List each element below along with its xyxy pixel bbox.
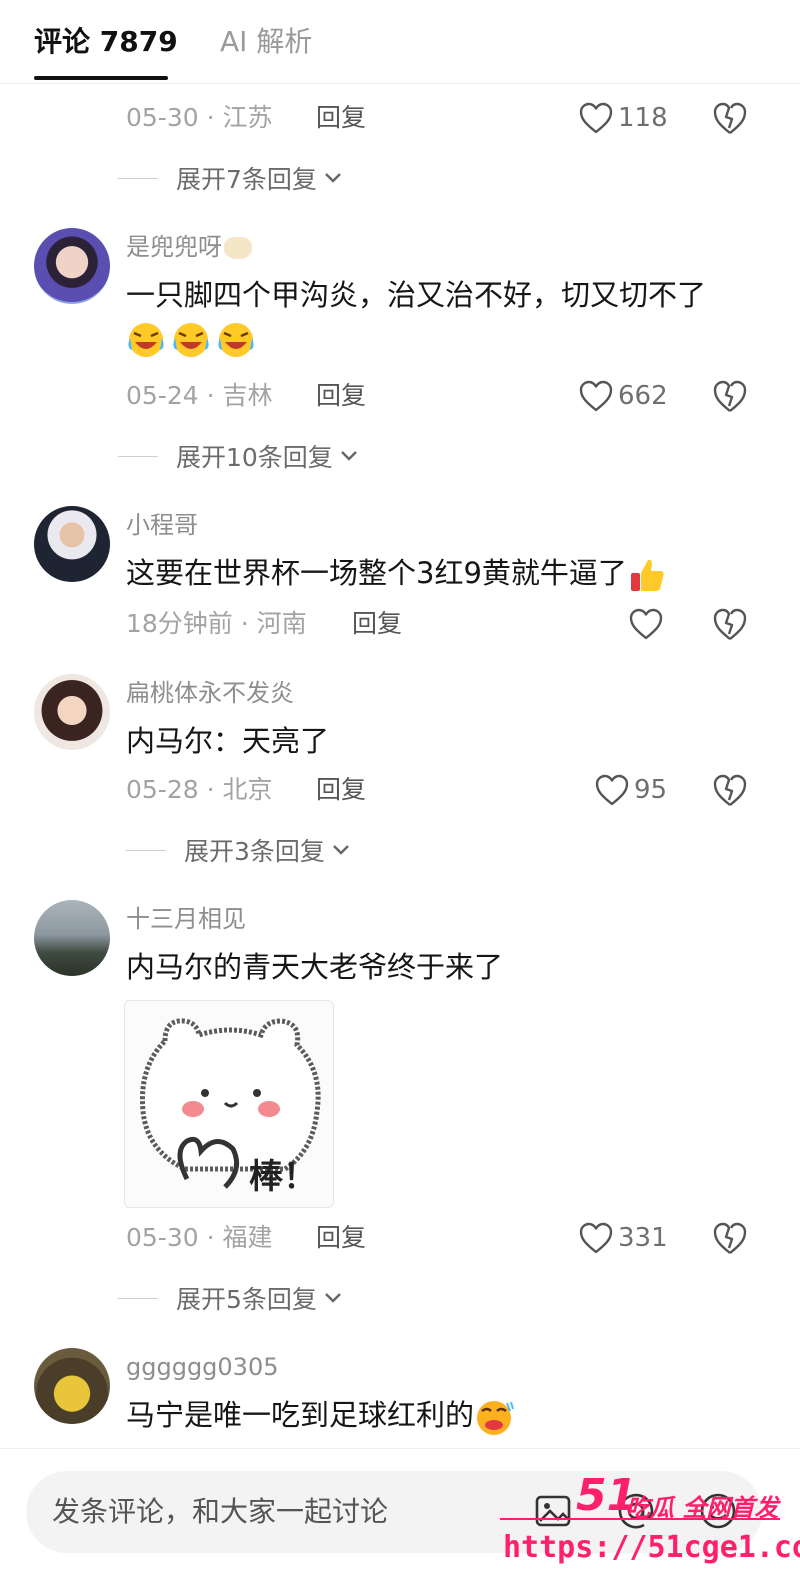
comment-text: 内马尔的青天大老爷终于来了 (126, 950, 504, 984)
expand-replies-label: 展开5条回复 (176, 1285, 317, 1314)
reply-button[interactable]: 回复 (352, 606, 402, 642)
divider (118, 455, 158, 457)
dislike-icon[interactable] (712, 376, 748, 416)
expand-replies[interactable]: 展开10条回复 (118, 436, 359, 476)
dislike-icon[interactable] (712, 604, 748, 644)
expand-replies[interactable]: 展开3条回复 (126, 830, 351, 870)
heart-icon (579, 1222, 613, 1254)
avatar[interactable] (34, 228, 110, 304)
comment-text: 内马尔：天亮了 (126, 724, 330, 758)
comment-meta: 05-30 · 福建 (126, 1223, 273, 1252)
laughing-crying-emoji-icon (218, 323, 254, 357)
comment-text: 马宁是唯一吃到足球红利的 (126, 1394, 514, 1437)
like-count: 331 (618, 1223, 668, 1253)
reply-button[interactable]: 回复 (316, 100, 366, 136)
heart-icon (595, 774, 629, 806)
sticker-image[interactable]: 棒！ (124, 1000, 334, 1208)
dislike-icon[interactable] (712, 1218, 748, 1258)
laughing-crying-emoji-icon (128, 323, 164, 357)
comment-text: 一只脚四个甲沟炎，治又治不好，切又切不了 (126, 278, 707, 312)
avatar[interactable] (34, 1348, 110, 1424)
comment-text: 这要在世界杯一场整个3红9黄就牛逼了 (126, 552, 667, 595)
heart-icon (579, 380, 613, 412)
divider (118, 177, 158, 179)
thumbs-up-emoji-icon (630, 559, 664, 591)
tab-comments[interactable]: 评论 7879 (34, 22, 178, 62)
like-button[interactable] (628, 604, 668, 644)
comment-username[interactable]: 扁桃体永不发炎 (126, 676, 294, 710)
comment-emoji-row (126, 320, 256, 360)
active-tab-indicator (34, 76, 168, 80)
comment-username[interactable]: 是兜兜呀 (126, 230, 252, 264)
avatar[interactable] (34, 900, 110, 976)
comment-input-placeholder: 发条评论，和大家一起讨论 (52, 1495, 389, 1528)
chevron-down-icon (325, 1293, 341, 1303)
like-button[interactable]: 118 (578, 98, 668, 138)
comment-username[interactable]: gggggg0305 (126, 1350, 278, 1384)
reply-button[interactable]: 回复 (316, 1220, 366, 1256)
like-button[interactable]: 662 (578, 376, 668, 416)
comment-meta: 05-24 · 吉林 (126, 381, 273, 410)
heart-icon (629, 608, 663, 640)
image-icon[interactable] (532, 1489, 576, 1533)
reply-button[interactable]: 回复 (316, 772, 366, 808)
expand-replies-label: 展开3条回复 (184, 837, 325, 866)
dislike-icon[interactable] (712, 770, 748, 810)
expand-replies-label: 展开7条回复 (176, 165, 317, 194)
tab-ai-analysis[interactable]: AI 解析 (220, 22, 312, 62)
comment-meta: 05-30 · 江苏 (126, 103, 273, 132)
chevron-down-icon (333, 845, 349, 855)
like-count: 118 (618, 103, 668, 133)
like-count: 95 (634, 775, 668, 805)
dislike-icon[interactable] (712, 98, 748, 138)
expand-replies-label: 展开10条回复 (176, 443, 333, 472)
expand-replies[interactable]: 展开7条回复 (118, 158, 343, 198)
like-button[interactable]: 95 (594, 770, 667, 810)
avatar[interactable] (34, 506, 110, 582)
comment-meta: 05-28 · 北京 (126, 775, 273, 804)
watermark-underline (500, 1518, 780, 1520)
divider (126, 849, 166, 851)
heart-icon (579, 102, 613, 134)
comment-meta: 18分钟前 · 河南 (126, 609, 307, 638)
reply-button[interactable]: 回复 (316, 378, 366, 414)
smirk-emoji-icon (477, 1401, 514, 1435)
comment-username[interactable]: 十三月相见 (126, 902, 246, 936)
watermark-url: https://51cge1.com (503, 1530, 800, 1565)
expand-replies[interactable]: 展开5条回复 (118, 1278, 343, 1318)
like-button[interactable]: 331 (578, 1218, 668, 1258)
divider (118, 1297, 158, 1299)
chevron-down-icon (340, 451, 357, 461)
comment-username[interactable]: 小程哥 (126, 508, 198, 542)
laughing-crying-emoji-icon (173, 323, 209, 357)
avatar[interactable] (34, 674, 110, 750)
comment-tabs: 评论 7879 AI 解析 (0, 0, 800, 84)
cat-emoji-icon (224, 237, 252, 259)
chevron-down-icon (325, 173, 341, 183)
sticker-text: 棒！ (249, 1157, 317, 1197)
like-count: 662 (618, 381, 668, 411)
